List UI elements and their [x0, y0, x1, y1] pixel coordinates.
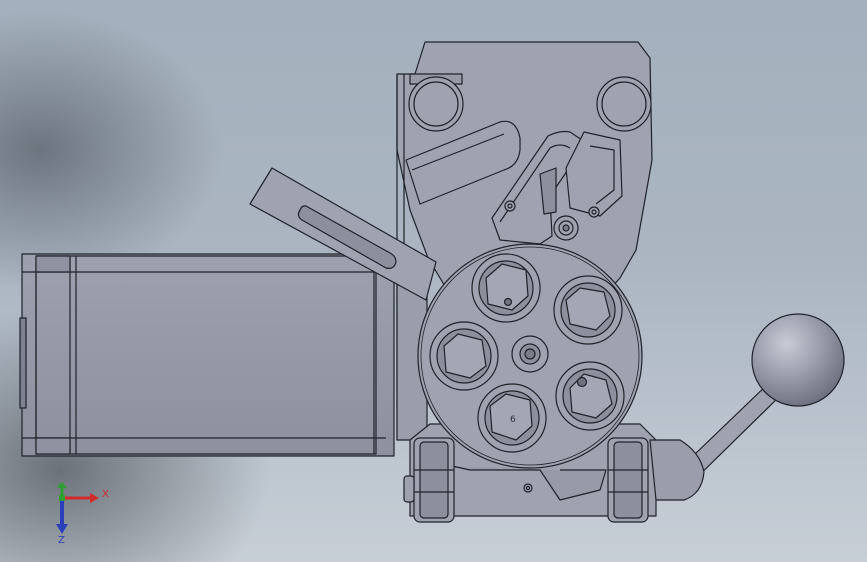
turret-die-1[interactable] [471, 253, 541, 323]
turret-hub[interactable] [511, 335, 549, 373]
right-roller[interactable] [607, 437, 649, 523]
handle-knob[interactable] [751, 313, 845, 407]
y-axis-label: Y [57, 483, 65, 494]
cad-model-view[interactable]: 6 [0, 0, 867, 562]
turret-die-3[interactable] [429, 321, 499, 391]
turret-engraving: 6 [510, 415, 516, 425]
left-housing[interactable] [19, 253, 395, 457]
x-axis-label: X [102, 489, 109, 500]
top-right-bushing[interactable] [596, 76, 652, 132]
pivot-bolt[interactable] [553, 215, 579, 241]
top-left-bushing[interactable] [408, 76, 464, 132]
handle-lever[interactable] [649, 381, 783, 501]
turret-die-2[interactable] [553, 275, 623, 345]
reference-triad: X Y Z [56, 482, 109, 544]
graphics-viewport[interactable]: 6 X Y Z [0, 0, 867, 562]
turret-die-4[interactable] [555, 361, 625, 431]
x-axis-arrow [62, 493, 99, 503]
triad-origin [59, 495, 65, 501]
z-axis-arrow [56, 498, 68, 534]
turret-disk[interactable] [417, 243, 643, 469]
z-axis-label: Z [58, 535, 65, 544]
